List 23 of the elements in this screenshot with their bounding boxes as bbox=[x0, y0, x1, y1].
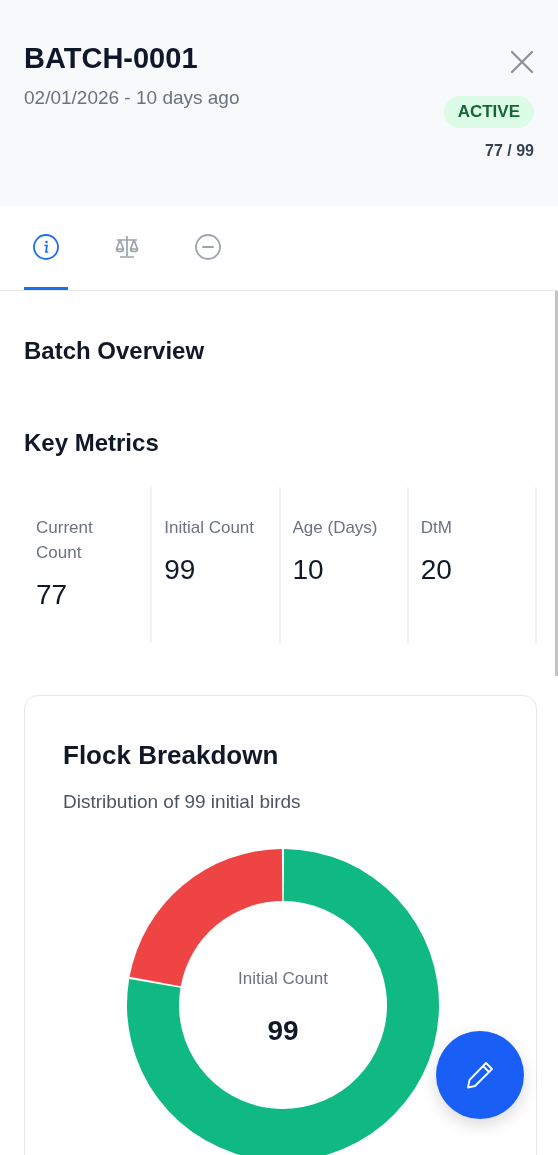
scrollbar[interactable] bbox=[555, 291, 558, 676]
card-subtitle: Distribution of 99 initial birds bbox=[63, 791, 302, 813]
metric-value: 10 bbox=[292, 554, 325, 586]
batch-title: BATCH-0001 bbox=[24, 42, 199, 75]
edit-button[interactable] bbox=[436, 1031, 524, 1119]
metric-label: Current Count bbox=[36, 517, 94, 564]
metric-value: 20 bbox=[420, 554, 453, 586]
section-title: Batch Overview bbox=[24, 337, 206, 365]
section-title: Key Metrics bbox=[24, 429, 160, 457]
minus-circle-icon bbox=[194, 232, 222, 261]
status-badge: ACTIVE bbox=[443, 96, 534, 128]
metric-label: Age (Days) bbox=[292, 517, 379, 539]
donut-center-value: 99 bbox=[267, 1015, 299, 1047]
metric-label: DtM bbox=[420, 517, 453, 539]
metric-value: 99 bbox=[164, 554, 197, 586]
close-button[interactable] bbox=[510, 50, 534, 74]
batch-date: 02/01/2026 - 10 days ago bbox=[24, 87, 240, 109]
metric-label: Initial Count bbox=[164, 517, 256, 539]
card-title: Flock Breakdown bbox=[63, 740, 280, 771]
donut-center-label: Initial Count bbox=[238, 969, 328, 989]
info-icon bbox=[32, 232, 60, 261]
count-text: 77 / 99 bbox=[485, 142, 534, 160]
metric-value: 77 bbox=[36, 579, 69, 611]
